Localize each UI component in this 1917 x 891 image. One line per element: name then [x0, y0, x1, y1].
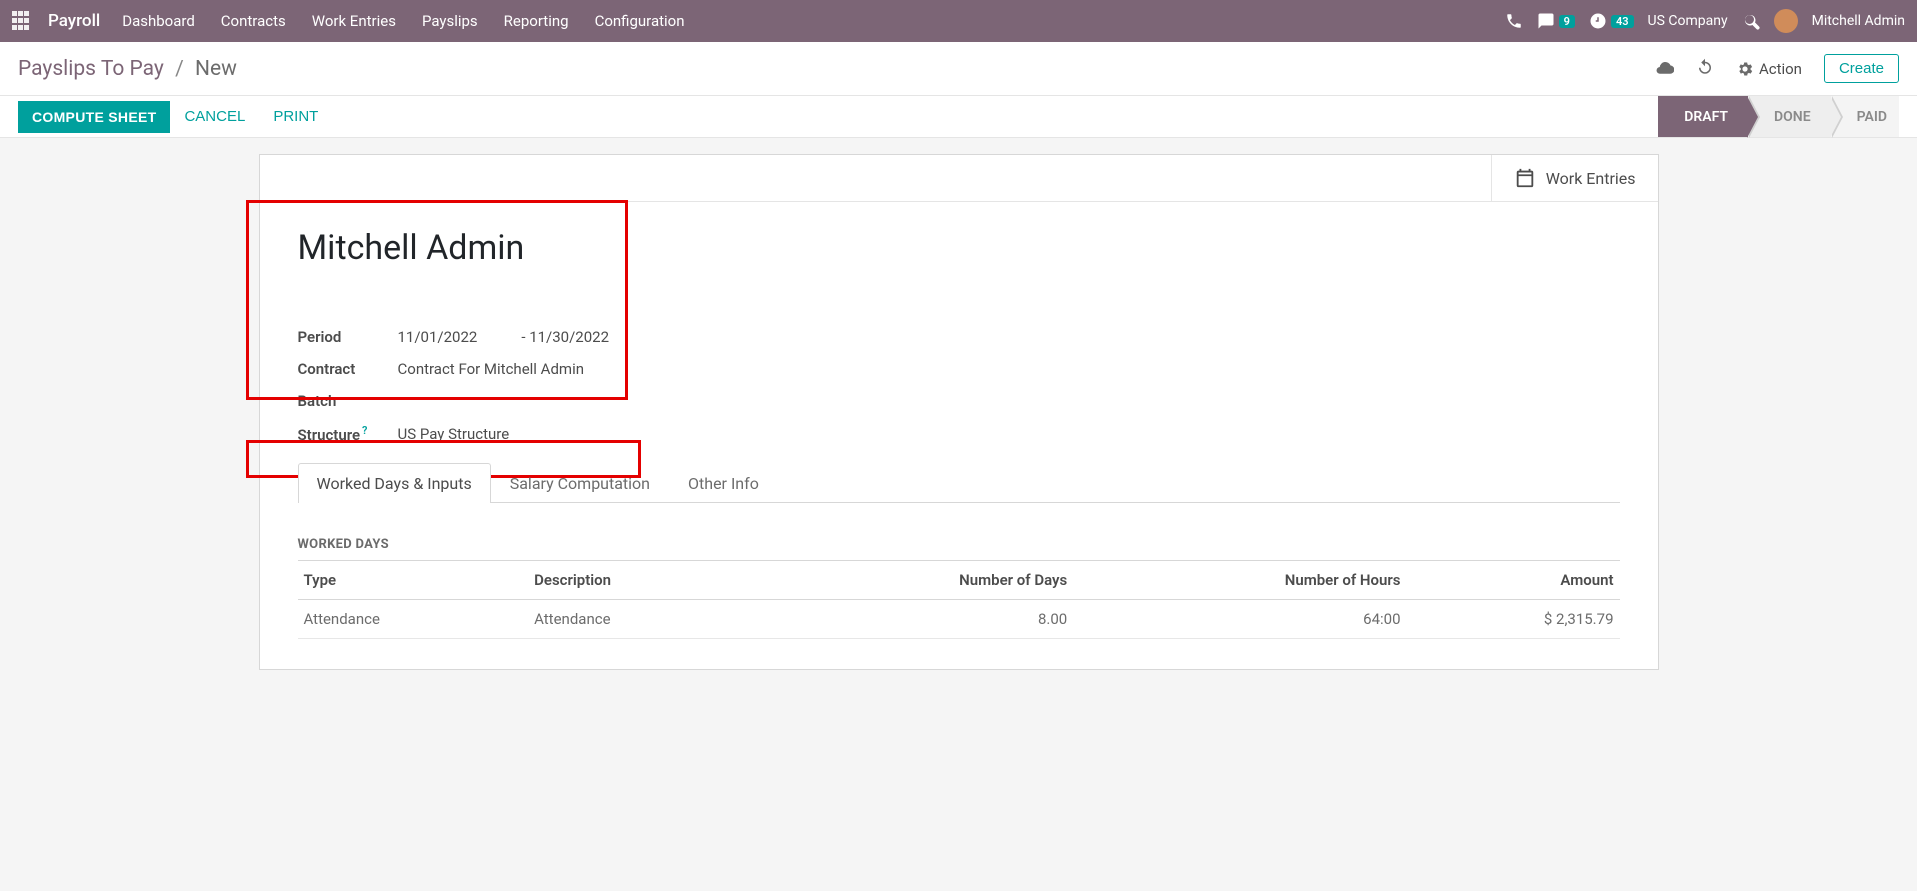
top-nav: Payroll Dashboard Contracts Work Entries…: [0, 0, 1917, 42]
create-button[interactable]: Create: [1824, 54, 1899, 83]
status-done[interactable]: DONE: [1748, 96, 1831, 137]
worked-days-table: Type Description Number of Days Number o…: [298, 560, 1620, 639]
user-name[interactable]: Mitchell Admin: [1812, 13, 1905, 29]
action-dropdown[interactable]: Action: [1736, 60, 1802, 78]
avatar[interactable]: [1774, 9, 1798, 33]
cancel-button[interactable]: CANCEL: [170, 100, 259, 133]
app-name[interactable]: Payroll: [48, 11, 100, 31]
contract-value[interactable]: Contract For Mitchell Admin: [398, 360, 585, 378]
tab-other-info[interactable]: Other Info: [669, 463, 778, 503]
help-icon[interactable]: ?: [362, 424, 367, 437]
action-row: COMPUTE SHEET CANCEL PRINT DRAFT DONE PA…: [0, 96, 1917, 138]
status-bar: DRAFT DONE PAID: [1658, 96, 1899, 137]
period-from[interactable]: 11/01/2022: [398, 328, 478, 346]
tools-icon[interactable]: [1742, 12, 1760, 30]
structure-value[interactable]: US Pay Structure: [398, 425, 510, 443]
menu-reporting[interactable]: Reporting: [504, 12, 569, 30]
compute-sheet-button[interactable]: COMPUTE SHEET: [18, 101, 170, 133]
worked-days-title: WORKED DAYS: [298, 537, 1620, 552]
clock-icon[interactable]: 43: [1589, 12, 1634, 30]
chat-icon[interactable]: 9: [1537, 12, 1575, 30]
tab-salary-computation[interactable]: Salary Computation: [491, 463, 669, 503]
menu-work-entries[interactable]: Work Entries: [312, 12, 396, 30]
calendar-icon: [1514, 167, 1536, 189]
crumb-parent[interactable]: Payslips To Pay: [18, 57, 164, 81]
field-contract: Contract Contract For Mitchell Admin: [298, 360, 1025, 378]
apps-icon[interactable]: [12, 11, 32, 31]
form-sheet: Work Entries Mitchell Admin Period 11/01…: [259, 154, 1659, 670]
company-switch[interactable]: US Company: [1648, 13, 1728, 29]
phone-icon[interactable]: [1505, 12, 1523, 30]
menu-configuration[interactable]: Configuration: [595, 12, 685, 30]
tab-worked-days[interactable]: Worked Days & Inputs: [298, 463, 491, 503]
period-to[interactable]: - 11/30/2022: [521, 328, 609, 346]
breadcrumb: Payslips To Pay / New: [18, 57, 237, 81]
col-desc: Description: [528, 561, 760, 600]
chat-badge: 9: [1559, 15, 1575, 28]
print-button[interactable]: PRINT: [259, 100, 332, 133]
work-entries-button[interactable]: Work Entries: [1491, 155, 1658, 201]
menu-contracts[interactable]: Contracts: [221, 12, 286, 30]
employee-name[interactable]: Mitchell Admin: [298, 228, 1620, 268]
field-group: Period 11/01/2022 - 11/30/2022 Contract …: [298, 328, 1025, 444]
systray: 9 43 US Company Mitchell Admin: [1505, 9, 1905, 33]
menu-dashboard[interactable]: Dashboard: [122, 12, 195, 30]
field-structure: Structure? US Pay Structure: [298, 424, 1025, 444]
field-period: Period 11/01/2022 - 11/30/2022: [298, 328, 1025, 346]
undo-icon[interactable]: [1696, 58, 1714, 80]
crumb-tools: Action Create: [1656, 54, 1899, 83]
cloud-icon[interactable]: [1656, 58, 1674, 80]
col-days: Number of Days: [760, 561, 1073, 600]
breadcrumb-bar: Payslips To Pay / New Action Create: [0, 42, 1917, 96]
field-batch: Batch: [298, 392, 1025, 410]
menu-payslips[interactable]: Payslips: [422, 12, 478, 30]
clock-badge: 43: [1611, 15, 1634, 28]
crumb-current: New: [195, 57, 237, 81]
status-draft[interactable]: DRAFT: [1658, 96, 1748, 137]
col-amount: Amount: [1407, 561, 1620, 600]
col-hours: Number of Hours: [1073, 561, 1406, 600]
main-menu: Dashboard Contracts Work Entries Payslip…: [122, 12, 684, 30]
col-type: Type: [298, 561, 529, 600]
table-row[interactable]: Attendance Attendance 8.00 64:00 $ 2,315…: [298, 600, 1620, 639]
notebook-tabs: Worked Days & Inputs Salary Computation …: [298, 462, 1620, 503]
